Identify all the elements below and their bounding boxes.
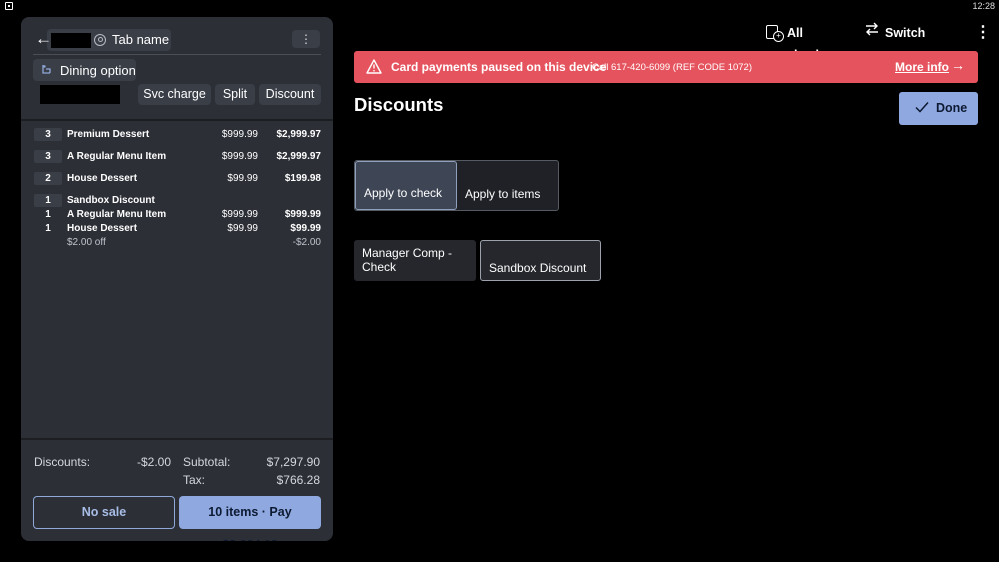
modifier-amount: -$2.00 [292,237,321,248]
item-total: $2,999.97 [276,129,322,140]
item-total: $999.99 [284,209,321,220]
apply-to-check-option[interactable]: Apply to check [355,161,457,210]
item-qty: 3 [34,128,62,141]
combo-subitem: 1 A Regular Menu Item $999.99 $999.99 [21,208,333,222]
discount-button[interactable]: Discount [259,84,321,105]
redacted-guest-field [40,85,120,104]
alert-title: Card payments paused on this device [391,60,607,74]
item-unit-price: $999.99 [221,151,258,162]
all-checks-button[interactable]: All checks [766,22,846,62]
combo-subitem: 1 House Dessert $99.99 $99.99 [21,222,333,236]
check-header: ← Tab name ⋮ Dining option Svc charge Sp… [21,17,333,120]
app-notification-icon [5,2,13,10]
item-unit-price: $99.99 [227,223,258,234]
discount-option-label: Sandbox Discount [489,261,587,275]
page-title: Discounts [354,94,444,115]
switch-arrows-icon [865,22,879,39]
all-checks-icon [766,25,784,42]
discounts-label: Discounts: [34,455,91,469]
more-info-link[interactable]: More info [895,60,949,74]
subtotal-value: $7,297.90 [266,455,320,469]
item-name: House Dessert [67,173,138,184]
item-qty: 3 [34,150,62,163]
list-item[interactable]: 2 House Dessert $99.99 $199.98 [21,172,333,186]
tax-value: $766.28 [276,473,320,487]
combo-item[interactable]: 1 Sandbox Discount [21,194,333,208]
item-qty: 1 [45,223,51,234]
item-total: $99.99 [290,223,321,234]
back-arrow-icon[interactable]: ← [35,29,52,49]
item-name: Premium Dessert [67,129,150,140]
item-total: $199.98 [284,173,321,184]
discount-option-manager-comp[interactable]: Manager Comp - Check [354,240,476,281]
item-unit-price: $99.99 [227,173,258,184]
redacted-tab-number [51,33,91,48]
item-qty: 1 [34,194,62,207]
dining-option-label: Dining option [60,63,136,78]
discount-option-label: Manager Comp - [362,246,453,260]
status-time: 12:28 [972,1,995,11]
switch-user-button[interactable]: Switch user [865,22,950,62]
item-qty: 1 [45,209,51,220]
apply-to-items-label: Apply to items [465,187,541,201]
item-qty: 2 [34,172,62,185]
payment-alert-banner: Card payments paused on this device Call… [354,51,978,83]
split-button[interactable]: Split [215,84,255,105]
item-name: House Dessert [67,223,138,234]
arrow-right-icon[interactable]: → [951,57,965,73]
item-unit-price: $999.99 [221,209,258,220]
tax-label: Tax: [183,473,206,487]
done-button[interactable]: Done [899,92,978,125]
items-divider [21,119,333,121]
check-panel: ← Tab name ⋮ Dining option Svc charge Sp… [21,17,333,541]
item-name: A Regular Menu Item [67,151,167,162]
discount-modifier: $2.00 off -$2.00 [21,236,333,250]
overflow-menu-icon[interactable]: ⋮ [975,22,991,44]
no-sale-button[interactable]: No sale [33,496,175,529]
apply-to-check-label: Apply to check [364,186,443,200]
apply-scope-toggle: Apply to check Apply to items [354,160,559,211]
subtotal-label: Subtotal: [183,455,231,469]
item-name: A Regular Menu Item [67,209,167,220]
alert-detail: Call 617-420-6099 (REF CODE 1072) [592,62,752,73]
header-divider [33,54,321,55]
warning-icon [366,59,382,74]
discount-option-sandbox[interactable]: Sandbox Discount [480,240,601,281]
done-label: Done [936,101,968,115]
checkmark-icon [915,100,929,114]
discounts-value: -$2.00 [136,455,171,469]
tab-name[interactable]: Tab name [112,32,169,47]
list-item[interactable]: 3 Premium Dessert $999.99 $2,999.97 [21,128,333,142]
apply-to-items-option[interactable]: Apply to items [457,161,558,210]
guest-icon [94,34,106,46]
item-name: Sandbox Discount [67,195,155,206]
item-total: $2,999.97 [276,151,322,162]
pay-button[interactable]: 10 items · Pay $8,064.18 [179,496,321,541]
svc-charge-button[interactable]: Svc charge [138,84,211,105]
list-item[interactable]: 3 A Regular Menu Item $999.99 $2,999.97 [21,150,333,164]
discount-option-label: Check [362,260,397,274]
dining-icon [41,64,51,75]
check-footer: Discounts: -$2.00 Subtotal: $7,297.90 Ta… [21,440,333,541]
item-unit-price: $999.99 [221,129,258,140]
check-more-button[interactable]: ⋮ [292,30,320,48]
status-bar: 12:28 [0,0,999,12]
dining-option-button[interactable]: Dining option [33,59,136,81]
modifier-label: $2.00 off [67,237,106,248]
